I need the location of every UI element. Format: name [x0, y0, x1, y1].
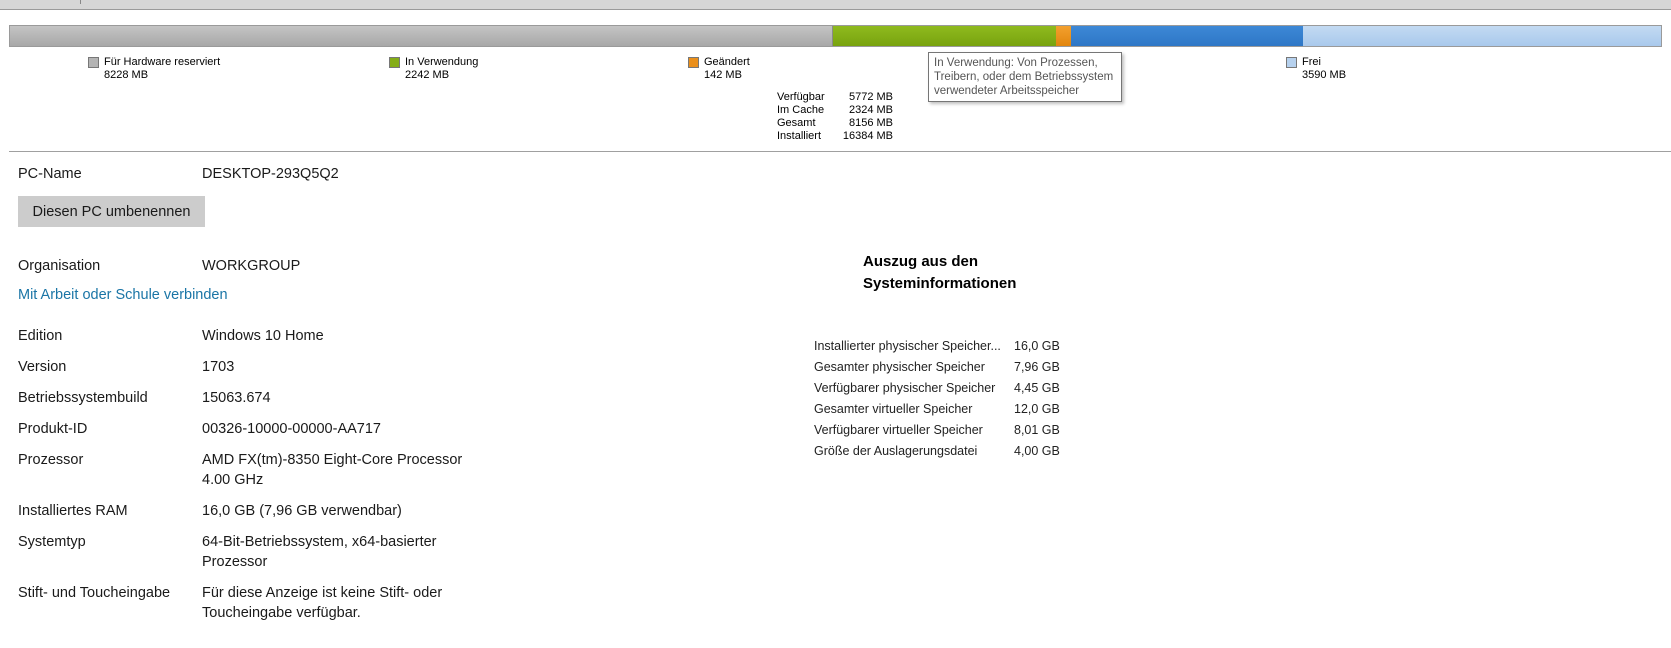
legend-value: 2242 MB — [405, 69, 450, 81]
stat-row: Gesamt 8156 MB — [777, 117, 907, 130]
property-value: 16,0 GB (7,96 GB verwendbar) — [202, 503, 402, 519]
sysinfo-label: Installierter physischer Speicher... — [814, 339, 1001, 353]
sysinfo-row: Gesamter virtueller Speicher 12,0 GB — [814, 399, 1074, 420]
stat-label: Im Cache — [777, 104, 825, 116]
sysinfo-label: Verfügbarer physischer Speicher — [814, 381, 996, 395]
legend-label: Frei — [1302, 56, 1321, 68]
property-value: WORKGROUP — [202, 258, 301, 274]
section-divider — [9, 151, 1671, 152]
memory-bar-standby[interactable] — [1070, 26, 1303, 46]
sysinfo-label: Gesamter virtueller Speicher — [814, 402, 973, 416]
sysinfo-row: Größe der Auslagerungsdatei 4,00 GB — [814, 441, 1074, 462]
legend-swatch — [389, 57, 400, 68]
stat-value: 16384 MB — [842, 130, 893, 142]
legend-label: In Verwendung — [405, 56, 479, 68]
connect-work-school-link[interactable]: Mit Arbeit oder Schule verbinden — [18, 287, 228, 303]
memory-bar-in-use[interactable] — [832, 26, 1057, 46]
sysinfo-label: Verfügbarer virtueller Speicher — [814, 423, 983, 437]
property-value: 1703 — [202, 359, 235, 375]
sysinfo-row: Gesamter physischer Speicher 7,96 GB — [814, 357, 1074, 378]
property-value: Für diese Anzeige ist keine Stift- oder … — [202, 585, 443, 621]
sysinfo-row: Verfügbarer physischer Speicher 4,45 GB — [814, 378, 1074, 399]
property-label: Produkt-ID — [18, 421, 88, 437]
in-use-tooltip: In Verwendung: Von Prozessen, Treibern, … — [928, 52, 1122, 102]
stat-label: Gesamt — [777, 117, 816, 129]
property-value: 00326-10000-00000-AA717 — [202, 421, 381, 437]
sysinfo-row: Verfügbarer virtueller Speicher 8,01 GB — [814, 420, 1074, 441]
top-strip-tick — [80, 0, 81, 4]
stat-row: Verfügbar 5772 MB — [777, 91, 907, 104]
stat-value: 2324 MB — [848, 104, 893, 116]
property-value: AMD FX(tm)-8350 Eight-Core Processor 4.0… — [202, 452, 463, 488]
memory-composition-bar — [9, 25, 1662, 47]
property-label: Organisation — [18, 258, 101, 274]
sysinfo-value: 4,00 GB — [1014, 444, 1060, 458]
property-label: Edition — [18, 328, 63, 344]
property-label: Version — [18, 359, 67, 375]
memory-bar-hardware-reserved[interactable] — [10, 26, 833, 46]
window-top-strip — [0, 0, 1671, 10]
property-label: Stift- und Toucheingabe — [18, 585, 171, 601]
legend-label: Für Hardware reserviert — [104, 56, 221, 68]
sysinfo-value: 8,01 GB — [1014, 423, 1060, 437]
rename-pc-button[interactable]: Diesen PC umbenennen — [18, 196, 205, 227]
sysinfo-value: 7,96 GB — [1014, 360, 1060, 374]
property-value: DESKTOP-293Q5Q2 — [202, 166, 339, 182]
legend-swatch — [88, 57, 99, 68]
sysinfo-title: Auszug aus den Systeminformationen — [863, 253, 1017, 292]
stat-value: 8156 MB — [848, 117, 893, 129]
property-value: 64-Bit-Betriebssystem, x64-basierter Pro… — [202, 534, 437, 570]
stat-label: Verfügbar — [777, 91, 825, 103]
stat-value: 5772 MB — [848, 91, 893, 103]
property-label: Installiertes RAM — [18, 503, 128, 519]
sysinfo-value: 4,45 GB — [1014, 381, 1060, 395]
sysinfo-label: Größe der Auslagerungsdatei — [814, 444, 978, 458]
property-label: Betriebssystembuild — [18, 390, 148, 406]
property-value: Windows 10 Home — [202, 328, 324, 344]
property-label: Systemtyp — [18, 534, 86, 550]
sysinfo-label: Gesamter physischer Speicher — [814, 360, 985, 374]
stat-row: Installiert 16384 MB — [777, 130, 907, 143]
property-value: 15063.674 — [202, 390, 271, 406]
memory-bar-free[interactable] — [1302, 26, 1661, 46]
memory-stats: Verfügbar 5772 MB Im Cache 2324 MB Gesamt 8… — [777, 91, 907, 143]
legend-label: Geändert — [704, 56, 750, 68]
sysinfo-row: Installierter physischer Speicher... 16,0… — [814, 336, 1074, 357]
stat-row: Im Cache 2324 MB — [777, 104, 907, 117]
legend-swatch — [1286, 57, 1297, 68]
legend-value: 3590 MB — [1302, 69, 1347, 81]
sysinfo-value: 16,0 GB — [1014, 339, 1060, 353]
property-label: Prozessor — [18, 452, 84, 468]
sysinfo-table: Installierter physischer Speicher... 16,0… — [814, 336, 1074, 462]
legend-value: 142 MB — [704, 69, 742, 81]
stat-label: Installiert — [777, 130, 822, 142]
property-label: PC-Name — [18, 166, 82, 182]
legend-value: 8228 MB — [104, 69, 149, 81]
legend-swatch — [688, 57, 699, 68]
sysinfo-value: 12,0 GB — [1014, 402, 1060, 416]
memory-bar-modified[interactable] — [1056, 26, 1071, 46]
